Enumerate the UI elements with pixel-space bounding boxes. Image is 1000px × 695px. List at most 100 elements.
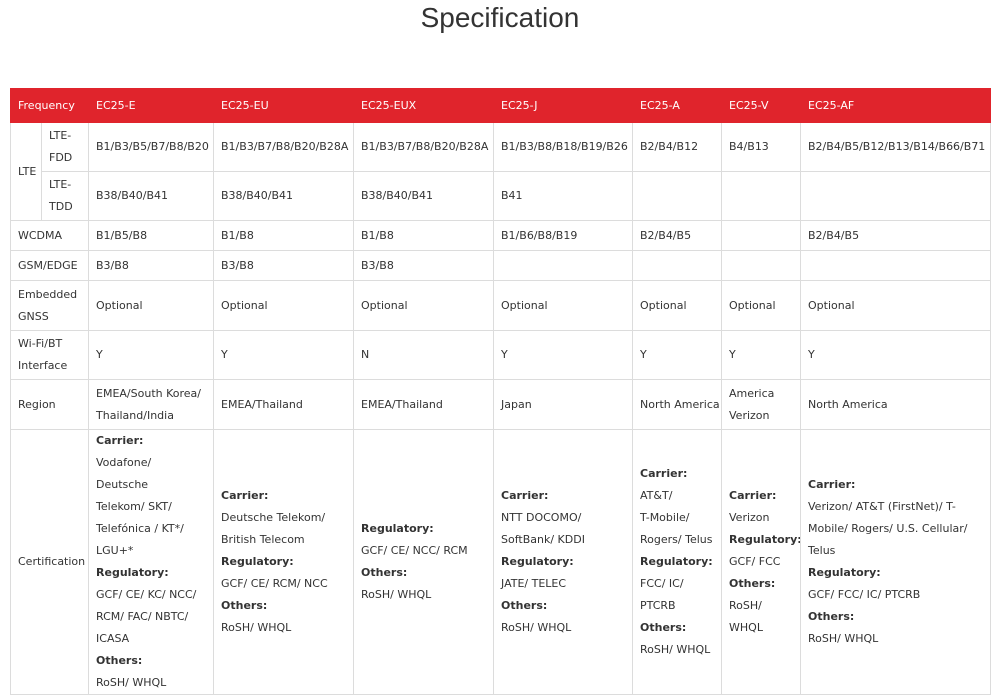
cell-line: LTE- xyxy=(49,178,72,191)
specification-table: Frequency EC25-E EC25-EU EC25-EUX EC25-J… xyxy=(9,88,992,695)
cell-gnss-ec25-eu: Optional xyxy=(213,280,355,331)
cert-line: British Telecom xyxy=(221,533,305,546)
cert-line: NTT DOCOMO/ xyxy=(501,511,582,524)
cell-gsm-ec25-j xyxy=(493,250,634,281)
cell-line: Wi-Fi/BT xyxy=(18,337,63,350)
cert-line: Telus xyxy=(808,544,836,557)
header-ec25-v: EC25-V xyxy=(721,88,802,123)
cell-lte-fdd-ec25-j: B1/B3/B8/B18/B19/B26 xyxy=(493,122,634,172)
cert-line: GCF/ FCC/ IC/ PTCRB xyxy=(808,588,921,601)
page-title: Specification xyxy=(420,2,580,33)
cell-wifi-ec25-v: Y xyxy=(721,330,802,380)
cert-line: GCF/ CE/ NCC/ RCM xyxy=(361,544,468,557)
cert-line: GCF/ CE/ RCM/ NCC xyxy=(221,577,328,590)
cert-line: RoSH/ WHQL xyxy=(221,621,292,634)
cert-section-heading: Regulatory: xyxy=(96,566,169,579)
cert-line: RCM/ FAC/ NBTC/ xyxy=(96,610,189,623)
cell-wcdma-ec25-j: B1/B6/B8/B19 xyxy=(493,220,634,251)
cert-line: Telekom/ SKT/ xyxy=(96,500,172,513)
cell-lte-tdd-ec25-eu: B38/B40/B41 xyxy=(213,171,355,221)
cert-line: GCF/ CE/ KC/ NCC/ xyxy=(96,588,197,601)
cert-section-heading: Others: xyxy=(361,566,408,579)
cert-line: RoSH/ WHQL xyxy=(361,588,432,601)
cert-line: SoftBank/ KDDI xyxy=(501,533,585,546)
cert-section-heading: Others: xyxy=(640,621,687,634)
cell-wcdma-ec25-af: B2/B4/B5 xyxy=(800,220,992,251)
cell-gsm-ec25-eu: B3/B8 xyxy=(213,250,355,281)
cert-section-heading: Carrier: xyxy=(640,467,688,480)
cert-section-heading: Carrier: xyxy=(808,478,856,491)
cell-gnss-ec25-v: Optional xyxy=(721,280,802,331)
cell-gnss-ec25-a: Optional xyxy=(632,280,723,331)
cell-wifi-ec25-eu: Y xyxy=(213,330,355,380)
cell-line: Embedded xyxy=(18,287,78,301)
cell-gsm-ec25-e: B3/B8 xyxy=(88,250,215,281)
row-label-embedded-gnss: Embedded GNSS xyxy=(9,280,90,331)
cell-cert-ec25-af: Carrier: Verizon/ AT&T (FirstNet)/ T- Mobi… xyxy=(800,429,992,695)
cell-cert-ec25-a: Carrier: AT&T/T-Mobile/Rogers/ Telus Regul… xyxy=(632,429,723,695)
cert-line: LGU+* xyxy=(96,544,134,557)
cell-lte-fdd-ec25-a: B2/B4/B12 xyxy=(632,122,723,172)
cell-region-ec25-eu: EMEA/Thailand xyxy=(213,379,355,430)
cert-section-heading: Carrier: xyxy=(96,434,144,447)
table-row-lte-tdd: LTE- TDD B38/B40/B41 B38/B40/B41 B38/B40/… xyxy=(11,171,992,221)
cell-gsm-ec25-v xyxy=(721,250,802,281)
cell-lte-tdd-ec25-j: B41 xyxy=(493,171,634,221)
table-row-region: Region EMEA/South Korea/Thailand/India E… xyxy=(9,379,992,430)
cell-lte-tdd-ec25-v xyxy=(721,171,802,221)
cert-section-heading: Others: xyxy=(808,610,855,623)
cert-line: Deutsche Telekom/ xyxy=(221,511,326,524)
table-row-wcdma: WCDMA B1/B5/B8 B1/B8 B1/B8 B1/B6/B8/B19 … xyxy=(9,220,992,251)
cert-line: RoSH/ WHQL xyxy=(808,632,879,645)
cell-lte-fdd-ec25-v: B4/B13 xyxy=(721,122,802,172)
table-row-wifi-bt: Wi-Fi/BT Interface Y Y N Y Y Y Y xyxy=(9,330,992,380)
cert-line: Verizon xyxy=(729,511,770,524)
cell-region-ec25-af: North America xyxy=(800,379,992,430)
cell-line: America xyxy=(729,386,775,400)
cert-section-heading: Regulatory: xyxy=(501,555,574,568)
cell-wcdma-ec25-a: B2/B4/B5 xyxy=(632,220,723,251)
cell-lte-tdd-ec25-e: B38/B40/B41 xyxy=(88,171,215,221)
cert-section-heading: Carrier: xyxy=(221,489,269,502)
header-ec25-eu: EC25-EU xyxy=(213,88,355,123)
cell-cert-ec25-eu: Carrier: Deutsche Telekom/British Telecom… xyxy=(213,429,355,695)
cell-wcdma-ec25-v xyxy=(721,220,802,251)
cell-line: GNSS xyxy=(18,309,49,323)
row-label-wifi-bt-interface: Wi-Fi/BT Interface xyxy=(9,330,90,380)
cell-line: Thailand/India xyxy=(96,408,174,422)
cell-region-ec25-a: North America xyxy=(632,379,723,430)
row-label-wcdma: WCDMA xyxy=(9,220,90,251)
cell-wifi-ec25-a: Y xyxy=(632,330,723,380)
table-row-embedded-gnss: Embedded GNSS Optional Optional Optional … xyxy=(9,280,992,331)
cell-cert-ec25-e: Carrier: Vodafone/ Deutsche Telekom/ SKT/T… xyxy=(88,429,215,695)
cert-line: FCC/ IC/ xyxy=(640,577,684,590)
cert-section-heading: Others: xyxy=(501,599,548,612)
cert-line: JATE/ TELEC xyxy=(501,577,567,590)
cell-wcdma-ec25-eux: B1/B8 xyxy=(353,220,495,251)
cell-cert-ec25-eux: Regulatory: GCF/ CE/ NCC/ RCM Others: RoSH/… xyxy=(353,429,495,695)
cell-gsm-ec25-eux: B3/B8 xyxy=(353,250,495,281)
header-frequency: Frequency xyxy=(9,88,90,123)
cell-line: Verizon xyxy=(729,408,770,422)
row-label-lte: LTE xyxy=(10,122,42,221)
cell-region-ec25-e: EMEA/South Korea/Thailand/India xyxy=(88,379,215,430)
header-ec25-af: EC25-AF xyxy=(800,88,992,123)
cert-line: PTCRB xyxy=(640,599,676,612)
cell-cert-ec25-j: Carrier: NTT DOCOMO/SoftBank/ KDDI Regulat… xyxy=(493,429,634,695)
cell-gnss-ec25-j: Optional xyxy=(493,280,634,331)
cert-line: RoSH/ WHQL xyxy=(501,621,572,634)
cert-section-heading: Others: xyxy=(729,577,776,590)
cert-line: Verizon/ AT&T (FirstNet)/ T- xyxy=(808,500,956,513)
header-ec25-e: EC25-E xyxy=(88,88,215,123)
table-row-certification: Certification Carrier: Vodafone/ Deutsche… xyxy=(9,429,992,695)
cert-line: Rogers/ Telus xyxy=(640,533,713,546)
cell-gsm-ec25-af xyxy=(800,250,992,281)
row-label-gsm-edge: GSM/EDGE xyxy=(9,250,90,281)
cell-gnss-ec25-af: Optional xyxy=(800,280,992,331)
cell-lte-fdd-ec25-eux: B1/B3/B7/B8/B20/B28A xyxy=(353,122,495,172)
cert-section-heading: Carrier: xyxy=(501,489,549,502)
cell-wifi-ec25-j: Y xyxy=(493,330,634,380)
cell-lte-fdd-ec25-eu: B1/B3/B7/B8/B20/B28A xyxy=(213,122,355,172)
cell-gsm-ec25-a xyxy=(632,250,723,281)
cell-line: EMEA/South Korea/ xyxy=(96,386,201,400)
